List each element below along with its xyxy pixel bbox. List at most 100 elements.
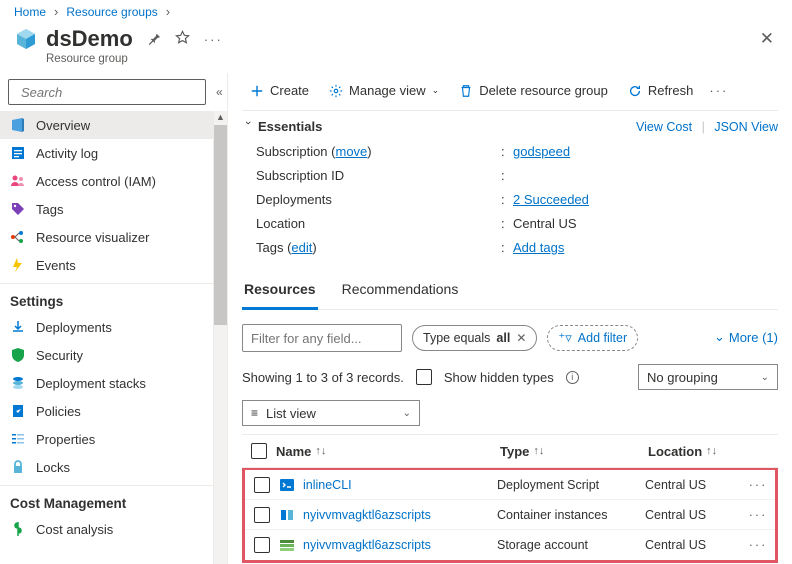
create-label: Create (270, 83, 309, 98)
sidebar-item-access-control[interactable]: Access control (IAM) (0, 167, 213, 195)
row-checkbox[interactable] (254, 477, 270, 493)
page-subtitle: Resource group (0, 53, 792, 73)
filter-input[interactable] (242, 324, 402, 352)
add-filter-label: Add filter (578, 331, 627, 345)
sidebar-item-label: Deployment stacks (36, 376, 146, 391)
add-tags-link[interactable]: Add tags (513, 240, 564, 255)
access-control-icon (10, 173, 26, 189)
toolbar: Create Manage view ⌄ Delete resource gro… (242, 73, 778, 111)
more-filters-link[interactable]: More (1) (714, 330, 778, 346)
sidebar-item-policies[interactable]: Policies (0, 397, 213, 425)
show-hidden-checkbox[interactable] (416, 369, 432, 385)
toolbar-more-icon[interactable]: ··· (709, 83, 728, 98)
row-checkbox[interactable] (254, 507, 270, 523)
sidebar-item-tags[interactable]: Tags (0, 195, 213, 223)
table-row[interactable]: nyivvmvagktl6azscripts Container instanc… (245, 500, 775, 530)
lock-icon (10, 459, 26, 475)
chevron-down-icon: › (242, 121, 254, 133)
subscription-move-link[interactable]: move (336, 144, 368, 159)
deployments-icon (10, 319, 26, 335)
sidebar-item-label: Access control (IAM) (36, 174, 156, 189)
add-filter-button[interactable]: ⁺▿ Add filter (547, 325, 638, 351)
table-row[interactable]: inlineCLI Deployment Script Central US ·… (245, 470, 775, 500)
resource-location: Central US (645, 478, 741, 492)
create-button[interactable]: Create (242, 79, 317, 102)
sidebar-heading-cost: Cost Management (0, 485, 213, 515)
essentials-title: Essentials (258, 119, 322, 134)
filter-row: Type equals all ✕ ⁺▿ Add filter More (1) (242, 310, 778, 360)
deployments-value[interactable]: 2 Succeeded (513, 192, 589, 207)
sort-icon: ↑↓ (706, 445, 717, 457)
info-icon[interactable]: i (566, 371, 579, 384)
resource-link[interactable]: nyivvmvagktl6azscripts (303, 538, 431, 552)
type-filter-pill[interactable]: Type equals all ✕ (412, 325, 537, 351)
table-row[interactable]: nyivvmvagktl6azscripts Storage account C… (245, 530, 775, 560)
subscription-value[interactable]: godspeed (513, 144, 570, 159)
sidebar-item-deployments[interactable]: Deployments (0, 313, 213, 341)
tags-edit-link[interactable]: edit (291, 240, 312, 255)
star-icon[interactable] (175, 30, 190, 48)
column-location[interactable]: Location↑↓ (648, 444, 744, 459)
search-field[interactable] (21, 85, 199, 100)
manage-view-button[interactable]: Manage view ⌄ (321, 79, 447, 102)
resource-link[interactable]: inlineCLI (303, 478, 352, 492)
json-view-link[interactable]: JSON View (714, 120, 778, 134)
grouping-dropdown[interactable]: No grouping ⌄ (638, 364, 778, 390)
sidebar-item-deployment-stacks[interactable]: Deployment stacks (0, 369, 213, 397)
delete-label: Delete resource group (479, 83, 608, 98)
grouping-value: No grouping (647, 370, 718, 385)
collapse-sidebar-icon[interactable]: « (212, 83, 227, 101)
resource-link[interactable]: nyivvmvagktl6azscripts (303, 508, 431, 522)
select-all-checkbox[interactable] (251, 443, 267, 459)
column-type[interactable]: Type↑↓ (500, 444, 648, 459)
view-cost-link[interactable]: View Cost (636, 120, 692, 134)
gear-icon (329, 84, 343, 98)
sidebar-item-label: Security (36, 348, 83, 363)
record-count-text: Showing 1 to 3 of 3 records. (242, 370, 404, 385)
sidebar-item-locks[interactable]: Locks (0, 453, 213, 481)
subscription-label: Subscription (move) (256, 144, 501, 159)
row-more-icon[interactable]: ··· (749, 508, 768, 522)
sidebar-item-label: Tags (36, 202, 63, 217)
deployments-label: Deployments (256, 192, 501, 207)
show-hidden-label: Show hidden types (444, 370, 554, 385)
more-icon[interactable]: ··· (204, 32, 223, 47)
table-body: inlineCLI Deployment Script Central US ·… (242, 468, 778, 563)
sidebar-item-overview[interactable]: Overview (0, 111, 213, 139)
sidebar-item-properties[interactable]: Properties (0, 425, 213, 453)
sidebar-item-events[interactable]: Events (0, 251, 213, 279)
listview-dropdown[interactable]: ≡ List view ⌄ (242, 400, 420, 426)
search-input[interactable] (8, 79, 206, 105)
tab-resources[interactable]: Resources (242, 273, 318, 310)
sidebar-item-label: Locks (36, 460, 70, 475)
sidebar-item-label: Policies (36, 404, 81, 419)
location-label: Location (256, 216, 501, 231)
tags-label: Tags (edit) (256, 240, 501, 255)
page-title: dsDemo (46, 26, 133, 52)
tab-recommendations[interactable]: Recommendations (340, 273, 461, 309)
sidebar-scrollbar[interactable]: ▲ (213, 111, 227, 564)
plus-icon (250, 84, 264, 98)
row-more-icon[interactable]: ··· (749, 478, 768, 492)
sidebar-item-label: Activity log (36, 146, 98, 161)
row-checkbox[interactable] (254, 537, 270, 553)
resource-location: Central US (645, 538, 741, 552)
resource-location: Central US (645, 508, 741, 522)
delete-resource-group-button[interactable]: Delete resource group (451, 79, 616, 102)
policies-icon (10, 403, 26, 419)
sidebar-item-cost-analysis[interactable]: Cost analysis (0, 515, 213, 543)
sidebar-item-activity-log[interactable]: Activity log (0, 139, 213, 167)
sidebar-item-resource-visualizer[interactable]: Resource visualizer (0, 223, 213, 251)
refresh-button[interactable]: Refresh (620, 79, 702, 102)
close-icon[interactable]: ✕ (756, 25, 778, 53)
pin-icon[interactable] (147, 31, 161, 48)
breadcrumb-resource-groups[interactable]: Resource groups (66, 5, 157, 19)
filter-prefix: Type equals (423, 331, 490, 345)
row-more-icon[interactable]: ··· (749, 538, 768, 552)
column-name[interactable]: Name↑↓ (276, 444, 500, 459)
essentials-header[interactable]: › Essentials View Cost | JSON View (242, 111, 778, 140)
sidebar-item-security[interactable]: Security (0, 341, 213, 369)
subscription-id-value (513, 168, 778, 183)
breadcrumb-home[interactable]: Home (14, 5, 46, 19)
clear-filter-icon[interactable]: ✕ (516, 331, 526, 345)
